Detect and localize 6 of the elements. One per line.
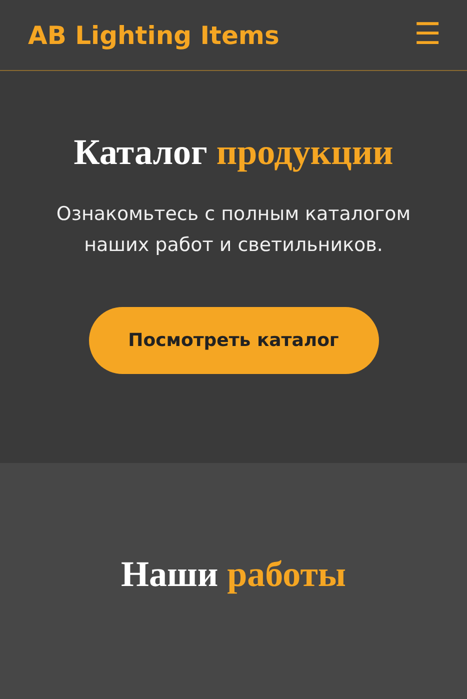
- section-title: Каталог продукции: [74, 131, 394, 173]
- section-title: Наши работы: [120, 553, 347, 595]
- catalog-description: Ознакомьтесь с полным каталогом наших работ и светильников.: [55, 202, 412, 258]
- logo[interactable]: AB Lighting Items: [28, 20, 280, 50]
- menu-button[interactable]: ☰: [414, 20, 441, 50]
- view-catalog-button[interactable]: Посмотреть каталог: [88, 307, 378, 374]
